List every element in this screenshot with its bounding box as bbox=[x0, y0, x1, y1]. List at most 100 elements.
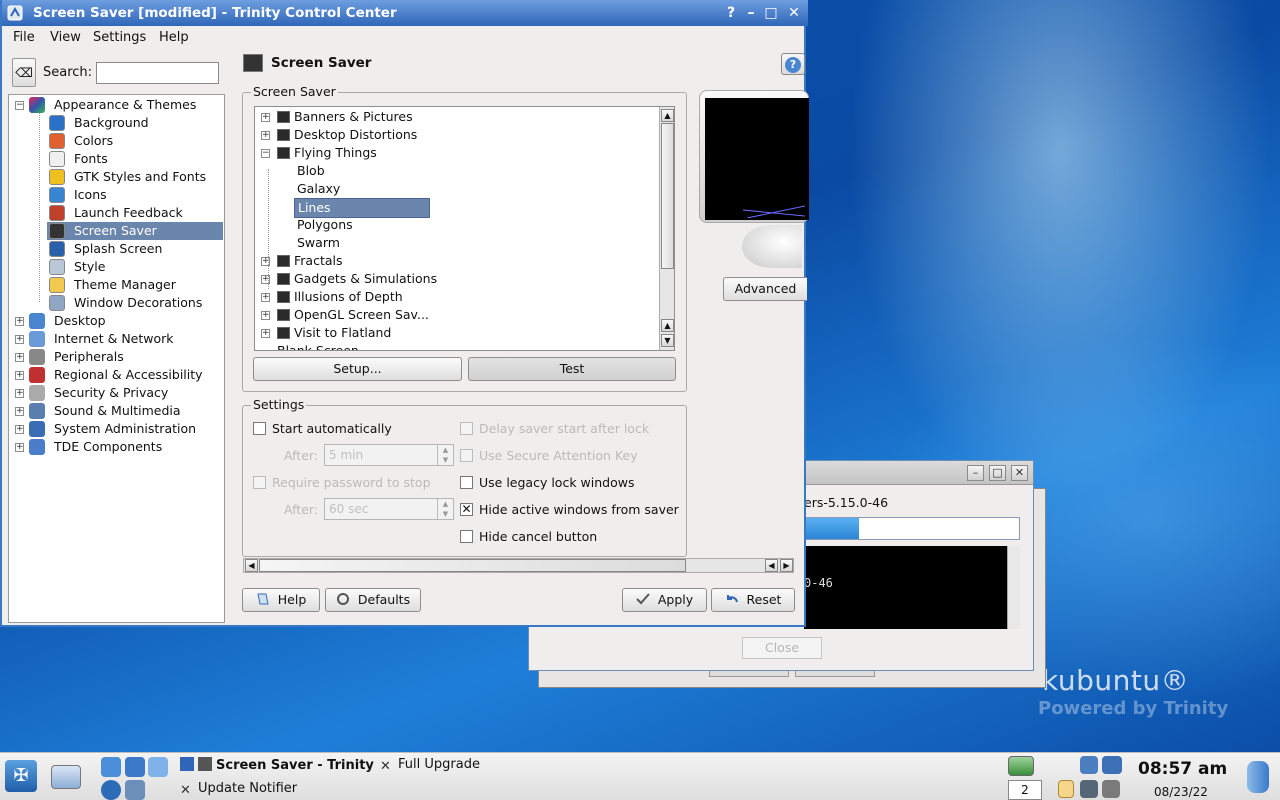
network-status-icon[interactable] bbox=[1080, 780, 1098, 798]
reset-button[interactable]: Reset bbox=[711, 588, 795, 612]
expand-icon[interactable]: + bbox=[15, 389, 24, 398]
expand-icon[interactable]: + bbox=[15, 371, 24, 380]
minimize-button[interactable]: – bbox=[742, 4, 760, 22]
module-tree[interactable]: − Appearance & Themes Background Colors Fo… bbox=[8, 94, 225, 623]
updates-icon[interactable] bbox=[1102, 780, 1120, 798]
gtk-icon bbox=[49, 169, 65, 185]
setup-button[interactable]: Setup... bbox=[253, 357, 462, 381]
start-auto-checkbox[interactable] bbox=[253, 422, 266, 435]
menu-file[interactable]: File bbox=[13, 30, 35, 45]
apply-button[interactable]: Apply bbox=[622, 588, 707, 612]
menu-view[interactable]: View bbox=[50, 30, 81, 45]
scroll-right-icon[interactable]: ▶ bbox=[780, 559, 793, 572]
task-update-notifier[interactable]: ✕ Update Notifier bbox=[180, 781, 297, 798]
collapse-icon[interactable]: − bbox=[261, 149, 270, 158]
scroll-left-icon[interactable]: ◀ bbox=[245, 559, 258, 572]
konqueror-icon[interactable] bbox=[148, 757, 168, 777]
tree-item-screen-saver[interactable]: Screen Saver bbox=[47, 222, 223, 240]
test-button[interactable]: Test bbox=[468, 357, 676, 381]
saver-item-label: Blank Screen bbox=[277, 343, 359, 351]
minimize-button[interactable]: – bbox=[967, 465, 984, 481]
scroll-up-icon[interactable]: ▲ bbox=[661, 319, 674, 332]
style-icon bbox=[49, 259, 65, 275]
whats-this-button[interactable]: ? bbox=[781, 53, 805, 75]
display-icon[interactable] bbox=[1102, 756, 1122, 774]
splash-icon bbox=[49, 241, 65, 257]
browser-icon[interactable] bbox=[101, 757, 121, 777]
collapse-icon[interactable]: − bbox=[15, 101, 24, 110]
expand-icon[interactable]: + bbox=[15, 425, 24, 434]
scroll-thumb[interactable] bbox=[661, 123, 674, 269]
expand-icon[interactable]: + bbox=[15, 353, 24, 362]
saver-item-label: Flying Things bbox=[294, 145, 377, 160]
menu-help[interactable]: Help bbox=[159, 30, 189, 45]
desktop-preview-icon[interactable] bbox=[1008, 756, 1034, 776]
legacy-lock-label: Use legacy lock windows bbox=[479, 475, 635, 490]
saver-list[interactable]: + Banners & Pictures + Desktop Distortions −… bbox=[254, 106, 675, 351]
help-button[interactable]: Help bbox=[242, 588, 320, 612]
terminal-scrollbar[interactable] bbox=[1007, 546, 1020, 629]
expand-icon[interactable]: + bbox=[15, 335, 24, 344]
screen-saver-icon bbox=[277, 309, 290, 321]
clipboard-icon[interactable] bbox=[1058, 780, 1074, 798]
trinity-menu-button[interactable]: ✠ bbox=[5, 760, 37, 792]
advanced-button[interactable]: Advanced bbox=[723, 277, 807, 301]
expand-icon[interactable]: + bbox=[261, 329, 270, 338]
expand-icon[interactable]: + bbox=[261, 311, 270, 320]
desktop-pager[interactable]: 2 bbox=[1008, 780, 1042, 800]
window-titlebar[interactable]: Screen Saver [modified] - Trinity Contro… bbox=[2, 0, 808, 26]
peripherals-icon bbox=[29, 349, 45, 365]
screen-saver-icon bbox=[277, 273, 290, 285]
expand-icon[interactable]: + bbox=[15, 443, 24, 452]
screen-saver-icon bbox=[277, 129, 290, 141]
expand-icon[interactable]: + bbox=[261, 293, 270, 302]
saver-item-label: OpenGL Screen Sav... bbox=[294, 307, 429, 322]
help-title-button[interactable]: ? bbox=[722, 4, 740, 22]
require-password-label: Require password to stop bbox=[272, 475, 431, 490]
task-full-upgrade[interactable]: ✕ Full Upgrade bbox=[380, 757, 480, 774]
task-screen-saver[interactable]: Screen Saver - Trinity bbox=[180, 757, 374, 773]
spin-arrows-icon: ▲ ▼ bbox=[437, 445, 453, 465]
close-button[interactable]: ✕ bbox=[785, 4, 803, 22]
hide-cancel-checkbox[interactable] bbox=[460, 530, 473, 543]
tree-item-label: Internet & Network bbox=[54, 331, 174, 346]
menu-settings[interactable]: Settings bbox=[93, 30, 146, 45]
hide-active-checkbox[interactable]: ✕ bbox=[460, 503, 473, 516]
screen-saver-icon bbox=[49, 223, 65, 239]
scroll-thumb[interactable] bbox=[259, 559, 686, 572]
scroll-down-icon[interactable]: ▼ bbox=[661, 334, 674, 347]
maximize-button[interactable]: □ bbox=[989, 465, 1006, 481]
search-input[interactable] bbox=[96, 62, 219, 84]
scroll-up-icon[interactable]: ▲ bbox=[661, 109, 674, 122]
spin-value: 60 sec bbox=[329, 502, 369, 516]
tree-item-label: Peripherals bbox=[54, 349, 124, 364]
close-button[interactable]: ✕ bbox=[1011, 465, 1028, 481]
trash-icon[interactable] bbox=[1247, 761, 1269, 793]
legacy-lock-checkbox[interactable] bbox=[460, 476, 473, 489]
hide-cancel-label: Hide cancel button bbox=[479, 529, 598, 544]
maximize-button[interactable]: □ bbox=[762, 4, 780, 22]
tree-item-label: Colors bbox=[74, 133, 114, 148]
web-browser-icon[interactable] bbox=[101, 780, 121, 800]
volume-icon[interactable] bbox=[1080, 756, 1098, 774]
expand-icon[interactable]: + bbox=[15, 317, 24, 326]
search-label: Search: bbox=[43, 65, 93, 80]
scroll-left-icon[interactable]: ◀ bbox=[765, 559, 778, 572]
network-icon[interactable] bbox=[125, 757, 145, 777]
list-scrollbar[interactable]: ▲ ▲ ▼ bbox=[659, 107, 674, 350]
horizontal-scrollbar[interactable]: ◀ ◀ ▶ bbox=[243, 558, 794, 573]
show-desktop-icon[interactable] bbox=[51, 765, 81, 789]
delay-lock-checkbox bbox=[460, 422, 473, 435]
expand-icon[interactable]: + bbox=[15, 407, 24, 416]
defaults-button[interactable]: Defaults bbox=[325, 588, 421, 612]
tree-item-label: Background bbox=[74, 115, 149, 130]
screen-saver-icon bbox=[198, 757, 212, 771]
expand-icon[interactable]: + bbox=[261, 113, 270, 122]
clear-search-icon[interactable]: ⌫ bbox=[12, 58, 36, 87]
control-center-launcher-icon[interactable] bbox=[125, 780, 145, 800]
menu-bar: File View Settings Help bbox=[2, 26, 806, 50]
clock-time[interactable]: 08:57 am bbox=[1138, 759, 1227, 779]
tree-line bbox=[39, 112, 40, 302]
terminal-line: 0-46 bbox=[804, 576, 833, 590]
expand-icon[interactable]: + bbox=[261, 131, 270, 140]
